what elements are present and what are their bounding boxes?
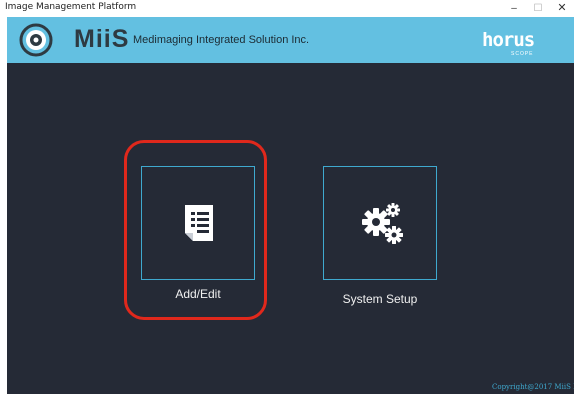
miis-logo-icon <box>19 23 53 57</box>
company-name: Medimaging Integrated Solution Inc. <box>133 34 310 46</box>
document-edit-icon <box>185 205 213 241</box>
app-header: MiiS Medimaging Integrated Solution Inc.… <box>7 17 574 63</box>
window-title: Image Management Platform <box>5 2 137 12</box>
add-edit-label: Add/Edit <box>175 287 221 301</box>
brand-name: MiiS <box>74 25 130 53</box>
system-setup-tile[interactable] <box>323 166 437 280</box>
system-setup-label: System Setup <box>342 292 418 306</box>
minimize-button[interactable]: – <box>503 0 525 17</box>
horus-logo-text: horus <box>482 29 534 51</box>
maximize-button[interactable]: ☐ <box>527 0 549 17</box>
horus-logo-subtitle: SCOPE <box>511 51 534 57</box>
window-titlebar: Image Management Platform – ☐ ✕ <box>0 0 574 17</box>
gears-icon <box>362 203 403 244</box>
add-edit-tile[interactable] <box>141 166 255 280</box>
main-panel: Add/Edit System Setup Copyright@2017 Mii… <box>7 63 574 394</box>
copyright-text: Copyright@2017 MiiS Inc. <box>492 383 574 391</box>
close-button[interactable]: ✕ <box>551 0 573 17</box>
